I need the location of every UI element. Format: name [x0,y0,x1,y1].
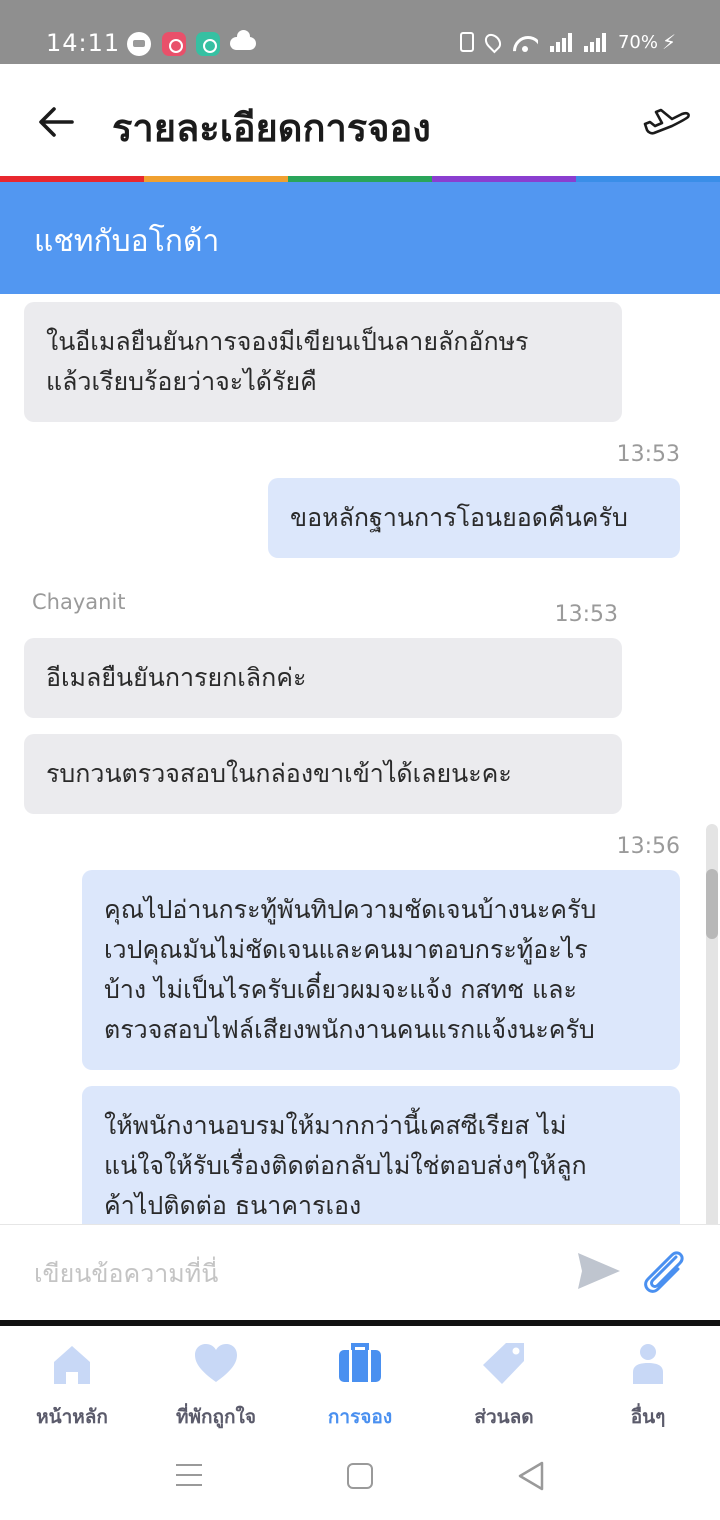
chat-banner-title: แชทกับอโกด้า [34,224,220,259]
home-icon [54,1346,90,1384]
cloud-icon [230,30,256,50]
message-text-line: รบกวนตรวจสอบในกล่องขาเข้าได้เลยนะคะ [46,759,512,788]
scrollbar-thumb[interactable] [706,869,718,939]
battery-level: 70% [617,31,658,53]
message-composer [0,1224,720,1321]
message-bubble-outgoing: ให้พนักงานอบรมให้มากกว่านี้เคสซีเรียส ไม… [82,1086,680,1224]
location-icon [481,30,505,54]
message-bubble-incoming: อีเมลยืนยันการยกเลิกค่ะ [24,638,622,718]
app-icon [196,32,220,56]
page-title: รายละเอียดการจอง [112,106,431,150]
charging-icon: ⚡ [661,30,676,54]
message-text-line: ตรวจสอบไฟล์เสียงพนักงานคนแรกแจ้งนะครับ [104,1015,595,1044]
message-bubble-outgoing: ขอหลักฐานการโอนยอดคืนครับ [268,478,680,558]
message-text-line: คุณไปอ่านกระทู้พันทิปความชัดเจนบ้างนะครั… [104,895,597,924]
attach-button[interactable] [636,1245,690,1299]
arrow-left-icon [39,107,74,137]
nav-label: อื่นๆ [630,1406,666,1428]
status-icons: 70% ⚡ [459,30,676,54]
message-text-line: ในอีเมลยืนยันการจองมีเขียนเป็นลายลักอักษ… [46,327,529,356]
message-bubble-incoming: รบกวนตรวจสอบในกล่องขาเข้าได้เลยนะคะ [24,734,622,814]
message-text-line: ขอหลักฐานการโอนยอดคืนครับ [290,503,628,532]
nav-label: การจอง [327,1406,393,1428]
chat-banner: แชทกับอโกด้า [0,182,720,294]
line-icon [127,32,151,56]
paperclip-icon [644,1251,684,1293]
send-button[interactable] [574,1249,624,1293]
message-bubble-outgoing: คุณไปอ่านกระทู้พันทิปความชัดเจนบ้างนะครั… [82,870,680,1070]
message-text-line: ให้พนักงานอบรมให้มากกว่านี้เคสซีเรียส ไม… [104,1111,567,1140]
suitcase-icon [339,1343,381,1382]
message-list[interactable]: ในอีเมลยืนยันการจองมีเขียนเป็นลายลักอักษ… [0,294,720,1224]
message-bubble-incoming: ในอีเมลยืนยันการจองมีเขียนเป็นลายลักอักษ… [24,302,622,422]
send-icon [578,1253,620,1289]
nav-label: หน้าหลัก [36,1406,108,1428]
back-button[interactable] [36,102,76,142]
back-nav-button[interactable] [516,1460,546,1492]
message-timestamp: 13:56 [616,834,680,859]
signal-icon [549,32,572,52]
tag-icon [483,1343,524,1384]
message-text-line: แน่ใจให้รับเรื่องติดต่อกลับไม่ใช่ตอบส่งๆ… [104,1151,587,1180]
vibrate-icon [459,32,474,52]
wifi-icon [512,32,538,52]
message-input[interactable] [0,1225,560,1321]
nav-label: ที่พักถูกใจ [176,1406,256,1428]
message-text-line: อีเมลยืนยันการยกเลิกค่ะ [46,663,307,692]
nav-item-bookings[interactable]: การจอง [288,1326,432,1434]
message-text-line: แล้วเรียบร้อยว่าจะได้รัยคื [46,367,317,396]
signal-icon [583,32,606,52]
system-navigation [0,1434,720,1520]
nav-item-favorites[interactable]: ที่พักถูกใจ [144,1326,288,1434]
home-button[interactable] [347,1463,373,1489]
message-timestamp: 13:53 [616,442,680,467]
message-text-line: เวปคุณมันไม่ชัดเจนและคนมาตอบกระทู้อะไร [104,935,588,964]
app-header: รายละเอียดการจอง [0,64,720,176]
nav-item-home[interactable]: หน้าหลัก [0,1326,144,1434]
bottom-navigation: หน้าหลัก ที่พักถูกใจ การจอง ส่วนลด อื่นๆ [0,1326,720,1434]
sender-name: Chayanit [32,590,126,614]
status-bar: 14:11 70% ⚡ [0,0,720,64]
nav-label: ส่วนลด [474,1406,534,1428]
nav-item-discounts[interactable]: ส่วนลด [432,1326,576,1434]
message-text-line: ค้าไปติดต่อ ธนาคารเอง [104,1191,362,1220]
message-text-line: บ้าง ไม่เป็นไรครับเดี๋ยวผมจะแจ้ง กสทช แล… [104,975,577,1004]
person-icon [633,1344,663,1384]
heart-icon [195,1344,237,1382]
triangle-back-icon [518,1461,544,1491]
nav-item-more[interactable]: อื่นๆ [576,1326,720,1434]
recent-apps-button[interactable] [176,1464,202,1486]
airplane-icon [643,108,690,135]
status-time: 14:11 [46,29,121,57]
flight-button[interactable] [642,100,692,140]
app-icon [162,32,186,56]
message-timestamp: 13:53 [554,602,618,627]
